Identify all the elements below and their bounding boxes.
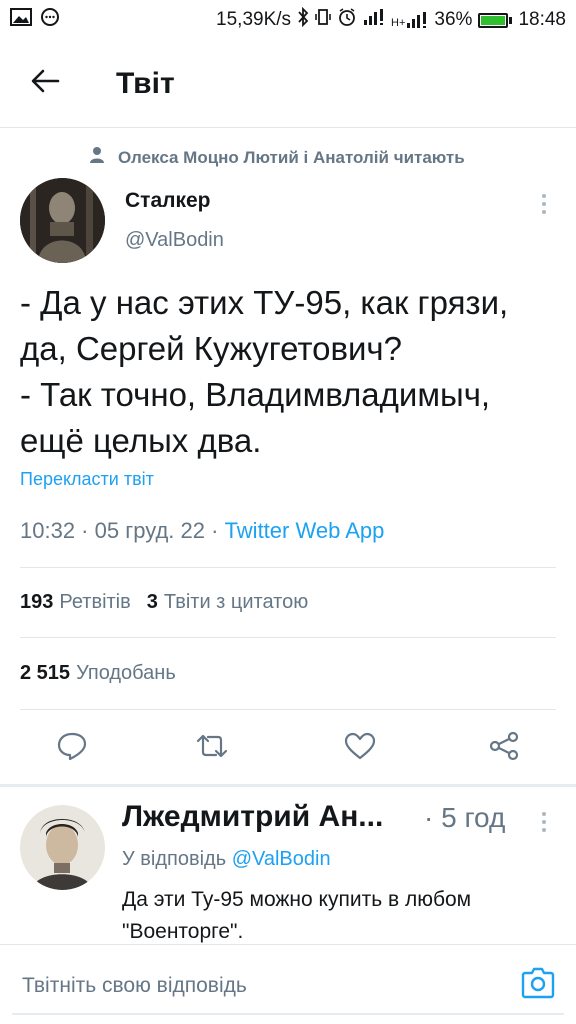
likes-stat[interactable]: 2 515 Уподобань [20,662,176,685]
app-header: Твіт [0,40,576,128]
more-options-icon[interactable] [532,190,556,218]
quotes-label: Твіти з цитатою [163,591,309,613]
retweet-icon [194,732,230,765]
reply-to-line: У відповідь @ValBodin [122,848,331,871]
social-context-text: Олекса Моцно Лютий і Анатолій читають [118,147,465,167]
section-divider [0,784,576,787]
tweet-source-app[interactable]: Twitter Web App [225,518,385,543]
retweet-button[interactable] [190,726,234,770]
page-title: Твіт [116,66,175,100]
reply-button[interactable] [50,726,94,770]
tweet-text: - Да у нас этих ТУ-95, как грязи, да, Се… [20,280,560,464]
divider [20,637,556,638]
arrow-left-icon [30,68,60,99]
status-bar: 15,39K/s H+ 36% 18:48 [0,0,576,40]
reply-composer [0,944,576,1024]
author-avatar[interactable] [20,178,105,263]
reply-input[interactable] [12,959,564,1015]
tweet-actions [0,712,576,784]
divider [20,567,556,568]
quotes-count: 3 [146,591,158,613]
signal-h-icon: H+ [391,11,428,29]
social-context[interactable]: Олекса Моцно Лютий і Анатолій читають [90,146,465,169]
clock: 18:48 [518,9,566,30]
tweet-timestamp: 10:32 · 05 груд. 22 · [20,518,225,543]
divider [20,709,556,710]
signal-icon [363,8,385,32]
camera-icon [521,967,555,1004]
reply-author-name[interactable]: Лжедмитрий Ан... [122,800,383,834]
image-icon [10,8,32,32]
tweet-text-line: да, Сергей Кужугетович? [20,330,402,367]
likes-label: Уподобань [76,662,176,684]
retweets-stat[interactable]: 193 Ретвітів [20,591,131,613]
tweet-text-line: ещё целых два. [20,422,262,459]
battery-icon [478,12,513,28]
tweet-text-line: - Так точно, Владимвладимыч, [20,376,491,413]
battery-percent: 36% [434,9,473,30]
reply-icon [56,731,88,766]
author-name[interactable]: Сталкер [125,189,211,213]
share-button[interactable] [482,726,526,770]
tweet-text-line: - Да у нас этих ТУ-95, как грязи, [20,284,509,321]
camera-button[interactable] [520,967,556,1003]
reply-more-options-icon[interactable] [532,808,556,836]
reply-time: · 5 год [424,802,506,833]
alarm-icon [337,7,357,33]
tweet-meta: 10:32 · 05 груд. 22 · Twitter Web App [20,518,384,544]
retweets-label: Ретвітів [59,591,131,613]
share-icon [488,730,520,767]
retweet-stats: 193 Ретвітів 3 Твіти з цитатою [20,591,308,614]
translate-link[interactable]: Перекласти твіт [20,469,154,490]
like-icon [343,731,377,766]
chat-icon [40,7,60,33]
vibrate-icon [315,7,331,33]
author-handle[interactable]: @ValBodin [125,229,224,252]
reply-to-handle[interactable]: @ValBodin [232,848,331,870]
person-icon [90,146,104,169]
quotes-stat[interactable]: 3 Твіти з цитатою [147,591,308,613]
reply-text: Да эти Ту-95 можно купить в любом "Воент… [122,884,552,948]
reply-to-label: У відповідь [122,848,227,870]
likes-count: 2 515 [20,662,71,684]
retweets-count: 193 [20,591,54,613]
reply-text-line: Да эти Ту-95 можно купить в любом [122,888,472,911]
network-type-label: H+ [391,17,406,29]
like-button[interactable] [338,726,382,770]
net-speed: 15,39K/s [216,9,292,30]
bluetooth-icon [297,6,309,33]
reply-author-avatar[interactable] [20,805,105,890]
back-button[interactable] [0,40,90,128]
